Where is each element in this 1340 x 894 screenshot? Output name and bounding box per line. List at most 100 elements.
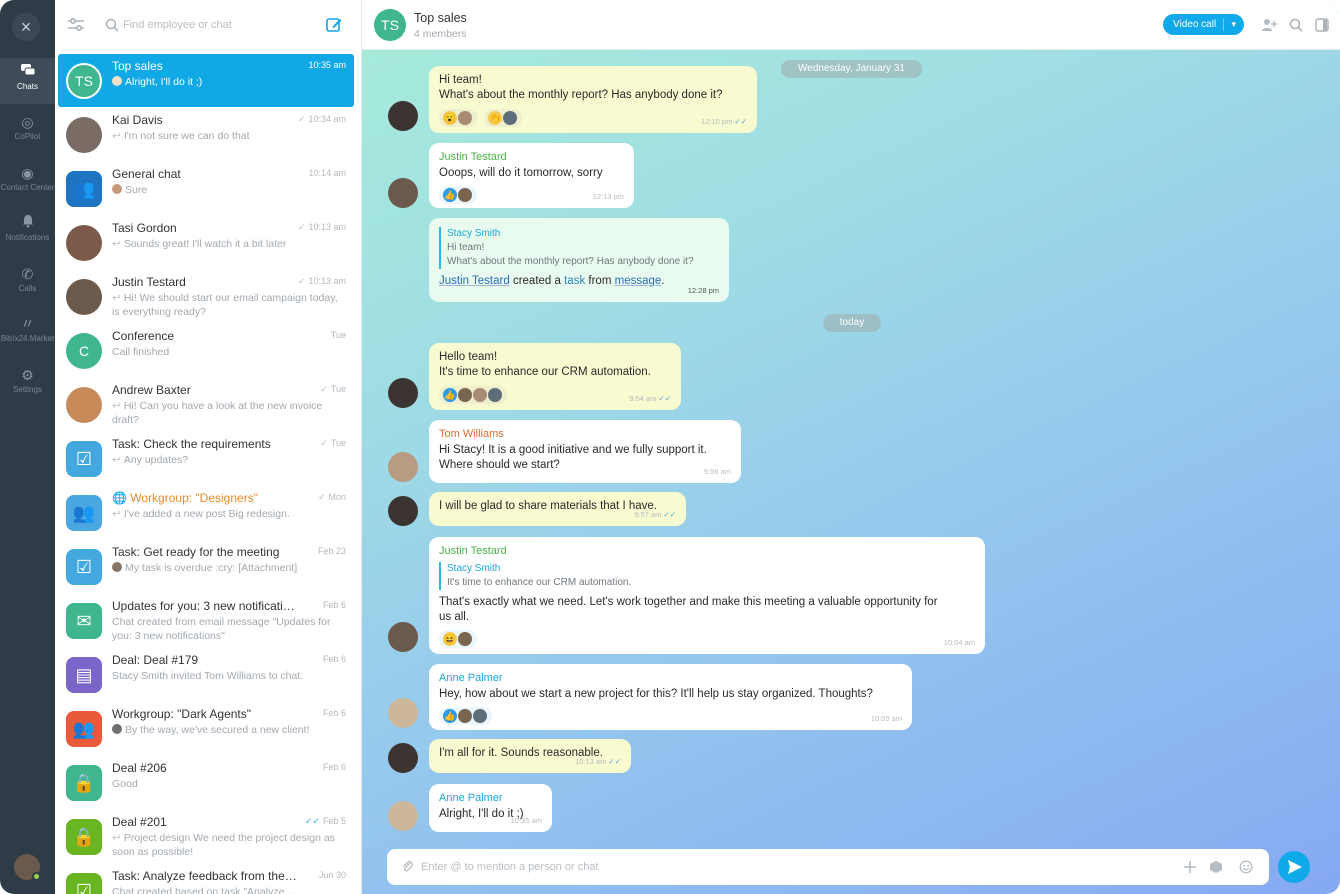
rail-item-chats[interactable]: Chats <box>0 58 55 104</box>
search-icon[interactable] <box>1288 17 1304 33</box>
add-user-icon[interactable] <box>1261 17 1277 33</box>
author-name[interactable]: Anne Palmer <box>439 671 902 686</box>
send-button[interactable] <box>1278 851 1310 883</box>
chat-preview: My task is overdue :cry: [Attachment] <box>112 561 344 575</box>
filter-icon[interactable] <box>67 17 85 33</box>
chat-preview: Call finished <box>112 346 170 358</box>
chat-item-deal-179[interactable]: ▤ Deal: Deal #179 Feb 6 Stacy Smith invi… <box>58 648 354 701</box>
chat-time: Tue <box>330 330 346 340</box>
chat-item-deal-206[interactable]: 🔒 Deal #206 Feb 6 Good <box>58 756 354 809</box>
chat-item-tasi-gordon[interactable]: Tasi Gordon ✓ 10:13 am ↩ Sounds great! I'l… <box>58 216 354 269</box>
chat-item-workgroup-dark-agents[interactable]: 👥 Workgroup: "Dark Agents" Feb 6 By the … <box>58 702 354 755</box>
avatar[interactable] <box>388 101 418 131</box>
message-text: That's exactly what we need. Let's work … <box>439 596 938 608</box>
rail-item-copilot[interactable]: ◎ CoPilot <box>0 108 55 154</box>
read-double-check-icon: ✓✓ <box>658 394 671 403</box>
message-bubble[interactable]: I'm all for it. Sounds reasonable. 10:13… <box>429 739 631 773</box>
chat-title[interactable]: Top sales <box>414 11 467 25</box>
like-reaction-icon[interactable]: 👍 <box>443 388 457 402</box>
chat-item-workgroup-designers[interactable]: 👥 🌐 Workgroup: "Designers" ✓ Mon ↩ I've ad… <box>58 486 354 539</box>
chat-title: Tasi Gordon <box>112 221 177 235</box>
chat-item-task-check-requirements[interactable]: ☑ Task: Check the requirements ✓ Tue ↩ Any… <box>58 432 354 485</box>
paperclip-icon[interactable] <box>401 860 415 874</box>
chat-item-justin-testard[interactable]: Justin Testard ✓ 10:13 am ↩ Hi! We should … <box>58 270 354 323</box>
sidebar-toggle-icon[interactable] <box>1314 17 1330 33</box>
quoted-message[interactable]: Stacy Smith Hi team! What's about the mo… <box>439 227 719 269</box>
avatar[interactable] <box>388 743 418 773</box>
quoted-message[interactable]: Stacy Smith It's time to enhance our CRM… <box>439 562 975 590</box>
chat-preview: Stacy Smith invited Tom Williams to chat… <box>112 670 304 682</box>
contact-center-icon: ◉ <box>21 165 34 181</box>
chat-item-task-get-ready[interactable]: ☑ Task: Get ready for the meeting Feb 23… <box>58 540 354 593</box>
chat-item-top-sales[interactable]: TS Top sales 10:35 am Alright, I'll do i… <box>58 54 354 107</box>
compose-icon[interactable] <box>325 16 343 34</box>
avatar[interactable] <box>388 378 418 408</box>
avatar[interactable] <box>388 698 418 728</box>
reactions[interactable]: 😮 <box>439 109 477 127</box>
chat-item-andrew-baxter[interactable]: Andrew Baxter ✓ Tue ↩ Hi! Can you have a l… <box>58 378 354 431</box>
task-link[interactable]: task <box>564 275 585 287</box>
like-reaction-icon[interactable]: 👍 <box>443 709 457 723</box>
chat-item-general-chat[interactable]: 👥 General chat 10:14 am Sure <box>58 162 354 215</box>
chat-time: Feb 6 <box>322 708 346 718</box>
author-name[interactable]: Justin Testard <box>439 544 975 559</box>
chat-preview: Good <box>112 778 138 790</box>
avatar[interactable] <box>388 801 418 831</box>
message-bubble[interactable]: Justin Testard Stacy Smith It's time to … <box>429 537 985 654</box>
plus-icon[interactable] <box>1183 860 1197 874</box>
reactions[interactable]: 👍 <box>439 386 507 404</box>
user-link[interactable]: Justin Testard <box>439 275 510 287</box>
avatar[interactable] <box>388 452 418 482</box>
quote-text: Hi team! <box>447 242 485 253</box>
message-bubble[interactable]: Hi team! What's about the monthly report… <box>429 66 757 133</box>
message-bubble[interactable]: Justin Testard Ooops, will do it tomorro… <box>429 143 634 208</box>
avatar[interactable] <box>388 496 418 526</box>
avatar <box>473 709 487 723</box>
message-bubble[interactable]: Anne Palmer Hey, how about we start a ne… <box>429 664 912 730</box>
author-name[interactable]: Justin Testard <box>439 150 624 165</box>
reactions[interactable]: 😆 <box>439 630 477 648</box>
rail-item-market[interactable]: 〃 Bitrix24.Market <box>0 310 55 356</box>
quote-author: Stacy Smith <box>447 563 501 574</box>
rail-item-notifications[interactable]: Notifications <box>0 209 55 255</box>
read-check-icon: ✓ <box>297 276 306 286</box>
app-window: × Chats ◎ CoPilot ◉ Contact Center Notif… <box>0 0 1340 894</box>
rail-item-contact-center[interactable]: ◉ Contact Center <box>0 159 55 205</box>
rail-label: Bitrix24.Market <box>0 334 55 343</box>
message-bubble[interactable]: Anne Palmer Alright, I'll do it ;) 10:35… <box>429 784 552 832</box>
wow-reaction-icon[interactable]: 😮 <box>443 111 457 125</box>
rail-item-calls[interactable]: ✆ Calls <box>0 260 55 306</box>
author-name[interactable]: Anne Palmer <box>439 791 542 806</box>
message-bubble[interactable]: I will be glad to share materials that I… <box>429 492 686 526</box>
clap-reaction-icon[interactable]: 👏 <box>488 111 503 125</box>
avatar[interactable] <box>388 622 418 652</box>
chat-item-conference[interactable]: C Conference Tue Call finished <box>58 324 354 377</box>
member-count[interactable]: 4 members <box>414 28 467 40</box>
chat-item-task-analyze[interactable]: ☑ Task: Analyze feedback from the e... J… <box>58 864 354 894</box>
task-created-message[interactable]: Stacy Smith Hi team! What's about the mo… <box>429 218 729 302</box>
search-input[interactable] <box>123 15 313 35</box>
box-icon[interactable] <box>1209 860 1223 874</box>
message-input[interactable] <box>421 857 1161 877</box>
smile-icon[interactable] <box>1239 860 1253 874</box>
author-name[interactable]: Tom Williams <box>439 427 731 442</box>
laugh-reaction-icon[interactable]: 😆 <box>443 632 457 646</box>
reactions[interactable]: 👍 <box>439 707 492 725</box>
message-bubble[interactable]: Tom Williams Hi Stacy! It is a good init… <box>429 420 741 483</box>
reactions[interactable]: 👍 <box>439 186 477 204</box>
message-bubble[interactable]: Hello team! It's time to enhance our CRM… <box>429 343 681 410</box>
chat-item-kai-davis[interactable]: Kai Davis ✓ 10:34 am ↩ I'm not sure we can… <box>58 108 354 161</box>
rail-item-settings[interactable]: ⚙ Settings <box>0 361 55 407</box>
chevron-down-icon[interactable]: ▾ <box>1231 14 1236 35</box>
message-link[interactable]: message <box>615 275 662 287</box>
avatar[interactable] <box>388 178 418 208</box>
chat-item-deal-201[interactable]: 🔒 Deal #201 ✓✓ Feb 5 ↩ Project design We n… <box>58 810 354 863</box>
close-icon[interactable]: × <box>12 13 40 41</box>
video-call-button[interactable]: Video call ▾ <box>1163 14 1244 35</box>
chat-item-updates[interactable]: ✉ Updates for you: 3 new notifications F… <box>58 594 354 647</box>
like-reaction-icon[interactable]: 👍 <box>443 188 457 202</box>
group-chat-icon: 👥 <box>66 171 102 207</box>
chat-avatar[interactable]: TS <box>374 9 406 41</box>
chat-time: 10:35 am <box>308 60 346 70</box>
reactions[interactable]: 👏 <box>484 109 523 127</box>
